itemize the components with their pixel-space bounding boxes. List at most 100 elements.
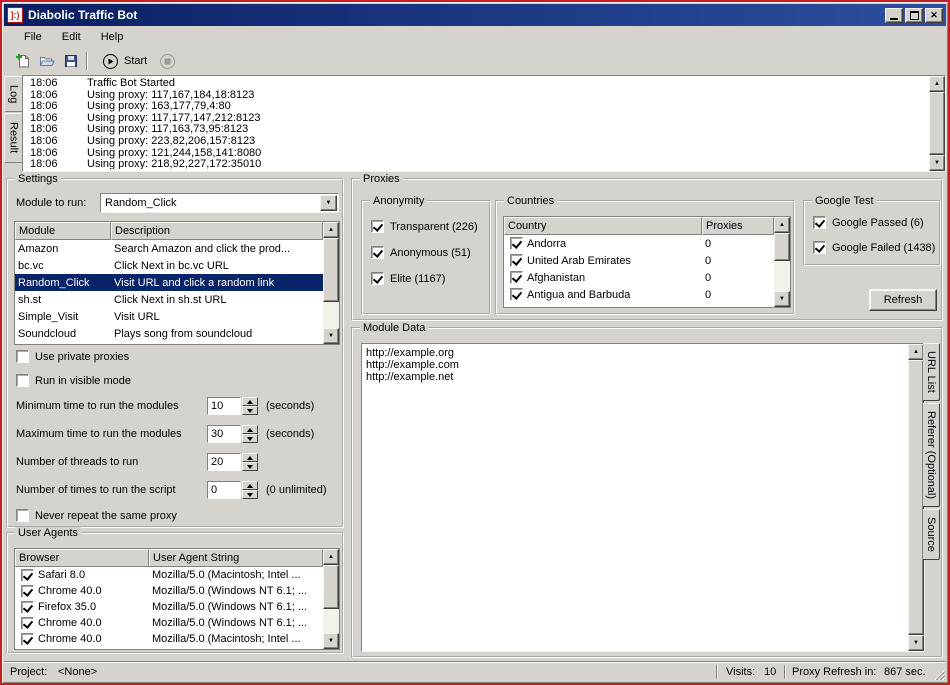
module-row[interactable]: Soundcloud Plays song from soundcloud xyxy=(15,325,323,342)
menu-item[interactable]: File xyxy=(14,28,52,46)
new-button[interactable] xyxy=(11,49,35,73)
new-file-icon xyxy=(15,53,31,69)
module-row[interactable]: Amazon Search Amazon and click the prod.… xyxy=(15,240,323,257)
column-header-description[interactable]: Description xyxy=(111,222,323,240)
user-agents-table: Browser User Agent String Safari 8.0 Moz… xyxy=(14,548,340,650)
google-test-checkbox[interactable]: Google Passed (6) xyxy=(813,216,935,229)
use-private-proxies-checkbox[interactable]: Use private proxies xyxy=(16,350,129,363)
checkbox-icon[interactable] xyxy=(510,288,523,301)
country-row[interactable]: Afghanistan 0 xyxy=(504,269,774,286)
checkbox-icon[interactable] xyxy=(21,601,34,614)
close-button[interactable]: ✕ xyxy=(925,8,943,23)
spinner-up-button[interactable] xyxy=(242,453,258,462)
refresh-button[interactable]: Refresh xyxy=(869,289,937,311)
module-select[interactable]: Random_Click ▼ xyxy=(100,193,339,213)
title-bar[interactable]: ]:) Diabolic Traffic Bot ✕ xyxy=(4,4,946,26)
save-button[interactable] xyxy=(59,49,83,73)
user-agent-row[interactable]: Firefox 35.0 Mozilla/5.0 (Windows NT 6.1… xyxy=(15,599,323,615)
checkbox-icon[interactable] xyxy=(21,569,34,582)
scroll-up-button[interactable]: ▲ xyxy=(323,222,339,238)
module-row[interactable]: Random_Click Visit URL and click a rando… xyxy=(15,274,323,291)
spinner-down-button[interactable] xyxy=(242,490,258,499)
country-row[interactable]: Andorra 0 xyxy=(504,235,774,252)
scroll-down-button[interactable]: ▼ xyxy=(908,635,924,651)
scroll-thumb[interactable] xyxy=(323,238,339,302)
scroll-thumb[interactable] xyxy=(323,565,339,609)
google-test-checkbox[interactable]: Google Failed (1438) xyxy=(813,241,935,254)
column-header-module[interactable]: Module xyxy=(15,222,111,240)
spinner-input[interactable]: 20 xyxy=(207,453,241,471)
checkbox-icon[interactable] xyxy=(21,617,34,630)
user-agent-row[interactable]: Safari 8.0 Mozilla/5.0 (Macintosh; Intel… xyxy=(15,567,323,583)
checkbox-icon[interactable] xyxy=(21,633,34,646)
spinner-input[interactable]: 30 xyxy=(207,425,241,443)
module-table-scrollbar[interactable]: ▲ ▼ xyxy=(323,222,339,344)
spinner-up-button[interactable] xyxy=(242,425,258,434)
resize-grip[interactable] xyxy=(932,667,945,680)
countries-grid: Country Proxies Andorra 0 United Arab Em… xyxy=(504,217,774,307)
scroll-down-button[interactable]: ▼ xyxy=(929,155,945,171)
menu-item[interactable]: Edit xyxy=(52,28,91,46)
spinner-input[interactable]: 10 xyxy=(207,397,241,415)
spinner-down-button[interactable] xyxy=(242,406,258,415)
open-button[interactable] xyxy=(35,49,59,73)
spinner-up-button[interactable] xyxy=(242,397,258,406)
module-data-tab[interactable]: Source xyxy=(923,509,940,560)
log-tab[interactable]: Log xyxy=(4,76,22,112)
scroll-up-button[interactable]: ▲ xyxy=(774,217,790,233)
column-header-browser[interactable]: Browser xyxy=(15,549,149,567)
combo-dropdown-button[interactable]: ▼ xyxy=(320,195,337,211)
maximize-button[interactable] xyxy=(905,8,923,23)
scroll-down-button[interactable]: ▼ xyxy=(323,633,339,649)
log-output[interactable]: 18:06 Traffic Bot Started 18:06 Using pr… xyxy=(22,75,946,172)
stop-button[interactable] xyxy=(155,49,179,73)
checkbox-label: Never repeat the same proxy xyxy=(35,510,177,522)
anonymity-checkbox[interactable]: Anonymous (51) xyxy=(371,246,478,259)
status-divider xyxy=(716,665,718,679)
checkbox-icon[interactable] xyxy=(21,585,34,598)
scroll-down-button[interactable]: ▼ xyxy=(774,291,790,307)
user-agent-row[interactable]: Chrome 40.0 Mozilla/5.0 (Windows NT 6.1;… xyxy=(15,615,323,631)
anonymity-checkbox[interactable]: Elite (1167) xyxy=(371,272,478,285)
menu-item[interactable]: Help xyxy=(91,28,134,46)
scroll-up-button[interactable]: ▲ xyxy=(929,76,945,92)
column-header-ua-string[interactable]: User Agent String xyxy=(149,549,323,567)
user-agent-row[interactable]: Chrome 40.0 Mozilla/5.0 (Macintosh; Inte… xyxy=(15,631,323,647)
column-header-country[interactable]: Country xyxy=(504,217,702,235)
spinner-up-button[interactable] xyxy=(242,481,258,490)
scroll-up-button[interactable]: ▲ xyxy=(908,344,924,360)
spinner-input[interactable]: 0 xyxy=(207,481,241,499)
column-header-proxies[interactable]: Proxies xyxy=(702,217,774,235)
module-row[interactable]: Simple_Visit Visit URL xyxy=(15,308,323,325)
module-row[interactable]: bc.vc Click Next in bc.vc URL xyxy=(15,257,323,274)
scroll-up-button[interactable]: ▲ xyxy=(323,549,339,565)
module-data-scrollbar[interactable]: ▲ ▼ xyxy=(908,344,924,651)
scroll-thumb[interactable] xyxy=(929,92,945,155)
scroll-thumb[interactable] xyxy=(774,233,790,261)
scroll-down-button[interactable]: ▼ xyxy=(323,328,339,344)
module-data-tab[interactable]: Referer (Optional) xyxy=(923,403,940,507)
country-row[interactable]: United Arab Emirates 0 xyxy=(504,252,774,269)
anonymity-items: Transparent (226) Anonymous (51) Elite (… xyxy=(371,220,478,298)
checkbox-icon[interactable] xyxy=(510,254,523,267)
module-data-tab[interactable]: URL List xyxy=(923,343,940,401)
user-agents-scrollbar[interactable]: ▲ ▼ xyxy=(323,549,339,649)
user-agent-row[interactable]: Chrome 40.0 Mozilla/5.0 (Windows NT 6.1;… xyxy=(15,583,323,599)
module-row[interactable]: sh.st Click Next in sh.st URL xyxy=(15,291,323,308)
run-in-visible-mode-checkbox[interactable]: Run in visible mode xyxy=(16,374,131,387)
anonymity-checkbox[interactable]: Transparent (226) xyxy=(371,220,478,233)
countries-scrollbar[interactable]: ▲ ▼ xyxy=(774,217,790,307)
log-tab[interactable]: Result xyxy=(4,113,22,162)
module-data-textarea[interactable]: http://example.orghttp://example.comhttp… xyxy=(361,343,925,652)
spinner-down-button[interactable] xyxy=(242,462,258,471)
spinner-down-button[interactable] xyxy=(242,434,258,443)
url-line: http://example.org xyxy=(366,347,906,359)
country-row[interactable]: Antigua and Barbuda 0 xyxy=(504,286,774,303)
never-repeat-proxy-checkbox[interactable]: Never repeat the same proxy xyxy=(16,509,177,522)
scroll-thumb[interactable] xyxy=(908,360,924,635)
start-button[interactable]: Start xyxy=(94,50,155,73)
log-scrollbar[interactable]: ▲ ▼ xyxy=(929,76,945,171)
checkbox-icon[interactable] xyxy=(510,237,523,250)
checkbox-icon[interactable] xyxy=(510,271,523,284)
minimize-button[interactable] xyxy=(885,8,903,23)
